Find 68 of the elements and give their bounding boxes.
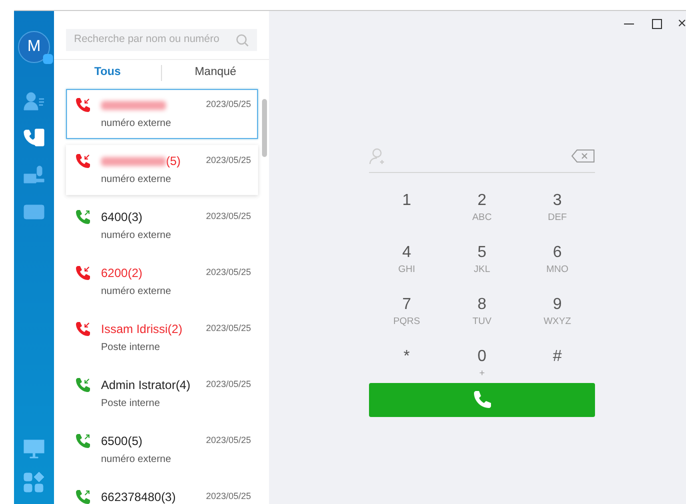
call-date: 2023/05/25 [206,322,251,336]
caller-type: Poste interne [101,341,161,355]
call-date: 2023/05/25 [206,210,251,224]
monitor-icon[interactable] [23,438,45,460]
answered-call-icon [75,377,91,393]
tab[interactable]: Tous [54,64,161,82]
caller-name: 6200(2) [101,265,142,282]
avatar[interactable]: M [18,31,50,63]
backspace-icon[interactable] [571,148,595,162]
call-item[interactable]: Issam Idrissi(2) 2023/05/25 Poste interne [66,313,258,363]
call-date: 2023/05/25 [206,98,251,112]
answered-call-icon [75,433,91,449]
missed-call-icon [75,265,91,281]
caller-name: 6500(5) [101,433,142,450]
call-item[interactable]: 2023/05/25 numéro externe [66,89,258,139]
missed-call-icon [75,321,91,337]
maximize-button[interactable] [650,17,664,31]
caller-type: numéro externe [101,173,172,187]
call-item[interactable]: 6400(3) 2023/05/25 numéro externe [66,201,258,251]
call-date: 2023/05/25 [206,154,251,168]
call-log-icon[interactable] [23,127,45,149]
dial-key[interactable]: 8 TUV [444,295,520,335]
dial-key[interactable]: 0 + [444,347,520,387]
dial-key[interactable]: 9 WXYZ [520,295,595,335]
call-button[interactable] [369,383,595,417]
answered-call-icon [75,209,91,225]
call-item[interactable]: 6200(2) 2023/05/25 numéro externe [66,257,258,307]
add-contact-icon[interactable] [369,146,387,164]
call-item[interactable]: (5) 2023/05/25 numéro externe [66,145,258,195]
dial-key[interactable]: * [369,347,444,387]
dial-key[interactable]: 1 [369,191,444,231]
call-date: 2023/05/25 [206,378,251,392]
call-item[interactable]: 662378480(3) 2023/05/25 [66,481,258,504]
contacts-icon[interactable] [23,90,45,112]
dial-key[interactable]: 5 JKL [444,243,520,283]
voicemail-icon[interactable] [23,164,45,186]
caller-name: Issam Idrissi(2) [101,321,182,338]
missed-call-icon [75,97,91,113]
caller-name: (5) [166,153,181,170]
dial-key[interactable]: 6 MNO [520,243,595,283]
missed-call-icon [75,153,91,169]
caller-type: Poste interne [101,397,161,411]
dial-key[interactable]: 7 PQRS [369,295,444,335]
dial-key[interactable]: # [520,347,595,387]
avatar-initial: M [27,37,41,57]
call-date: 2023/05/25 [206,434,251,448]
caller-type: numéro externe [101,117,172,131]
caller-name: 6400(3) [101,209,142,226]
search-icon [236,34,249,46]
caller-name: 662378480(3) [101,489,176,504]
call-date: 2023/05/25 [206,266,251,280]
apps-icon[interactable] [23,472,45,494]
caller-type: numéro externe [101,285,172,299]
status-badge [43,54,53,64]
dial-key[interactable]: 4 GHI [369,243,444,283]
tab[interactable]: Manqué [162,64,269,82]
call-item[interactable]: Admin Istrator(4) 2023/05/25 Poste interne [66,369,258,419]
search-field[interactable]: Recherche par nom ou numéro [66,29,257,51]
caller-type: numéro externe [101,453,172,467]
scrollbar[interactable] [262,99,267,157]
dial-key[interactable]: 2 ABC [444,191,520,231]
call-date: 2023/05/25 [206,490,251,504]
call-item[interactable]: 6500(5) 2023/05/25 numéro externe [66,425,258,475]
phone-icon [472,390,492,410]
dial-key[interactable]: 3 DEF [520,191,595,231]
caller-type: numéro externe [101,229,172,243]
caller-name: Admin Istrator(4) [101,377,190,394]
answered-call-icon [75,489,91,504]
